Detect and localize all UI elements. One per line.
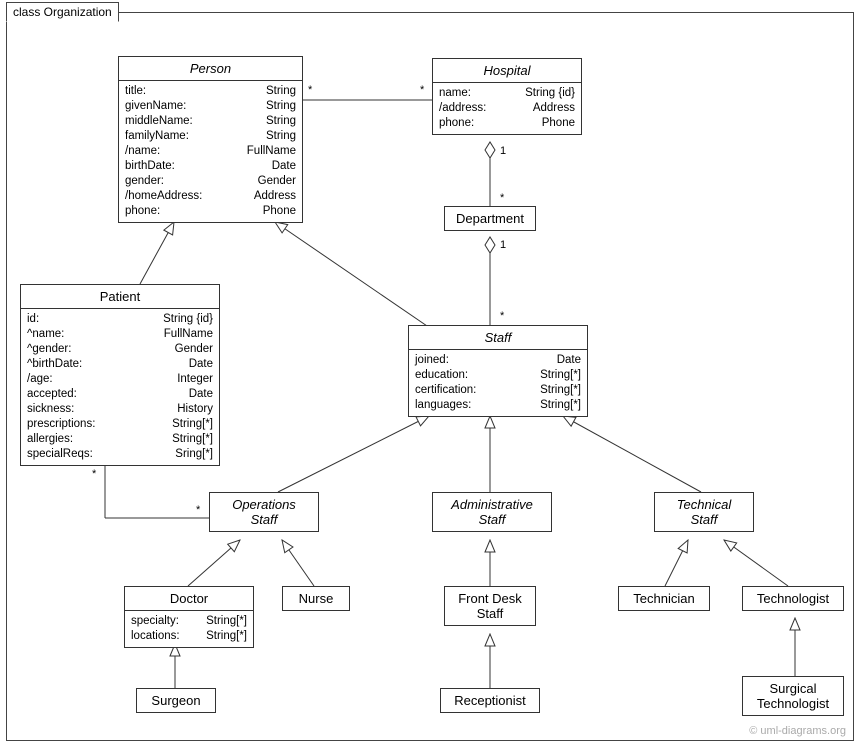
class-department: Department (444, 206, 536, 231)
attribute-row: specialReqs:Sring[*] (27, 447, 213, 462)
attribute-row: allergies:String[*] (27, 432, 213, 447)
mult-label: * (500, 310, 504, 322)
class-front-desk-staff: Front DeskStaff (444, 586, 536, 626)
class-person: Person title:StringgivenName:Stringmiddl… (118, 56, 303, 223)
class-body: title:StringgivenName:StringmiddleName:S… (119, 81, 302, 222)
attribute-row: locations:String[*] (131, 629, 247, 644)
class-title: Front DeskStaff (445, 587, 535, 625)
class-title: Department (445, 207, 535, 230)
frame-title: class Organization (6, 2, 119, 22)
class-title: OperationsStaff (210, 493, 318, 531)
attribute-row: accepted:Date (27, 387, 213, 402)
attribute-row: birthDate:Date (125, 159, 296, 174)
attribute-row: id:String {id} (27, 312, 213, 327)
class-hospital: Hospital name:String {id}/address:Addres… (432, 58, 582, 135)
class-doctor: Doctor specialty:String[*]locations:Stri… (124, 586, 254, 648)
class-title: Staff (409, 326, 587, 350)
class-title: Nurse (283, 587, 349, 610)
class-title: Hospital (433, 59, 581, 83)
class-title: Receptionist (441, 689, 539, 712)
attribute-row: familyName:String (125, 129, 296, 144)
attribute-row: ^name:FullName (27, 327, 213, 342)
attribute-row: title:String (125, 84, 296, 99)
class-title: Patient (21, 285, 219, 309)
class-technologist: Technologist (742, 586, 844, 611)
attribute-row: ^gender:Gender (27, 342, 213, 357)
class-title: Person (119, 57, 302, 81)
class-nurse: Nurse (282, 586, 350, 611)
mult-label: * (420, 84, 424, 96)
mult-label: * (308, 84, 312, 96)
class-body: joined:Dateeducation:String[*]certificat… (409, 350, 587, 416)
attribute-row: givenName:String (125, 99, 296, 114)
attribute-row: joined:Date (415, 353, 581, 368)
class-body: name:String {id}/address:Addressphone:Ph… (433, 83, 581, 134)
class-administrative-staff: AdministrativeStaff (432, 492, 552, 532)
attribute-row: specialty:String[*] (131, 614, 247, 629)
watermark: © uml-diagrams.org (749, 725, 846, 737)
attribute-row: education:String[*] (415, 368, 581, 383)
class-staff: Staff joined:Dateeducation:String[*]cert… (408, 325, 588, 417)
class-title: TechnicalStaff (655, 493, 753, 531)
class-operations-staff: OperationsStaff (209, 492, 319, 532)
attribute-row: sickness:History (27, 402, 213, 417)
attribute-row: name:String {id} (439, 86, 575, 101)
attribute-row: /age:Integer (27, 372, 213, 387)
class-title: Technician (619, 587, 709, 610)
attribute-row: languages:String[*] (415, 398, 581, 413)
attribute-row: prescriptions:String[*] (27, 417, 213, 432)
attribute-row: ^birthDate:Date (27, 357, 213, 372)
attribute-row: phone:Phone (125, 204, 296, 219)
class-title: SurgicalTechnologist (743, 677, 843, 715)
class-patient: Patient id:String {id}^name:FullName^gen… (20, 284, 220, 466)
class-technician: Technician (618, 586, 710, 611)
class-surgeon: Surgeon (136, 688, 216, 713)
class-receptionist: Receptionist (440, 688, 540, 713)
mult-label: 1 (500, 239, 506, 251)
attribute-row: certification:String[*] (415, 383, 581, 398)
attribute-row: /address:Address (439, 101, 575, 116)
class-technical-staff: TechnicalStaff (654, 492, 754, 532)
attribute-row: gender:Gender (125, 174, 296, 189)
class-title: Technologist (743, 587, 843, 610)
mult-label: * (196, 504, 200, 516)
mult-label: * (500, 192, 504, 204)
class-title: Doctor (125, 587, 253, 611)
attribute-row: middleName:String (125, 114, 296, 129)
mult-label: 1 (500, 145, 506, 157)
class-surgical-technologist: SurgicalTechnologist (742, 676, 844, 716)
class-title: Surgeon (137, 689, 215, 712)
mult-label: * (92, 468, 96, 480)
attribute-row: /homeAddress:Address (125, 189, 296, 204)
class-body: specialty:String[*]locations:String[*] (125, 611, 253, 647)
class-body: id:String {id}^name:FullName^gender:Gend… (21, 309, 219, 465)
attribute-row: phone:Phone (439, 116, 575, 131)
class-title: AdministrativeStaff (433, 493, 551, 531)
attribute-row: /name:FullName (125, 144, 296, 159)
